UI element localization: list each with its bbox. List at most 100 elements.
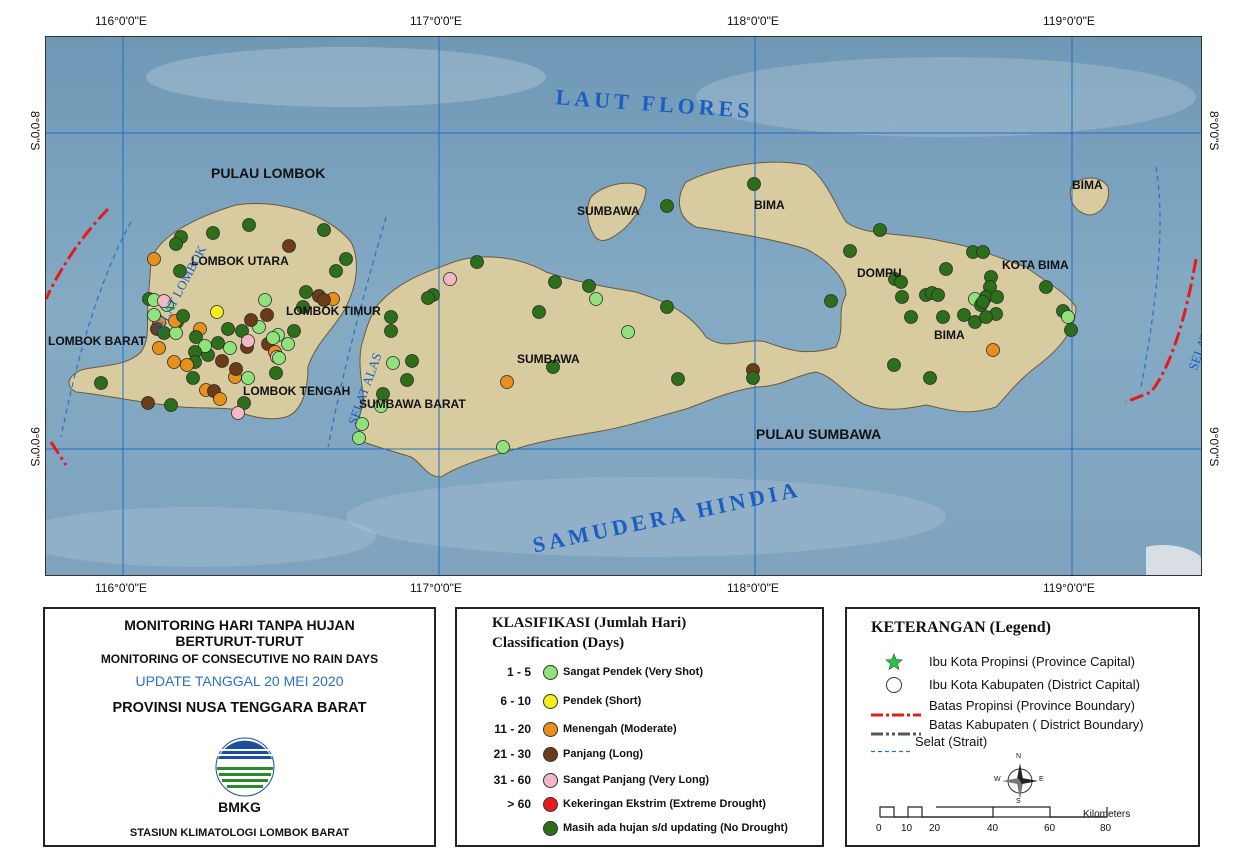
classification-label: Panjang (Long)	[563, 748, 644, 760]
classification-item: 1 - 5 Sangat Pendek (Very Shot)	[457, 665, 837, 685]
station-marker	[895, 290, 909, 304]
station-marker	[258, 293, 272, 307]
title-line-2: BERTURUT-TURUT	[175, 633, 304, 649]
station-marker	[979, 310, 993, 324]
station-marker	[873, 223, 887, 237]
classification-label: Menengah (Moderate)	[563, 723, 677, 735]
scale-tick: 0	[876, 823, 882, 834]
classification-color-dot	[543, 773, 558, 788]
legend-item-label: Selat (Strait)	[915, 734, 988, 749]
station-marker	[186, 371, 200, 385]
legend-item-label: Batas Kabupaten ( District Boundary)	[929, 717, 1144, 732]
station-marker	[887, 358, 901, 372]
station-marker	[152, 341, 166, 355]
station-marker	[500, 375, 514, 389]
station-marker	[746, 371, 760, 385]
bmkg-logo	[215, 737, 275, 797]
station-marker	[281, 337, 295, 351]
station-marker	[242, 218, 256, 232]
scale-tick: 60	[1044, 823, 1056, 834]
station-marker	[443, 272, 457, 286]
scale-tick: 80	[1100, 823, 1112, 834]
classification-label: Masih ada hujan s/d updating (No Drought…	[563, 822, 788, 834]
classification-color-dot	[543, 722, 558, 737]
station-marker	[931, 288, 945, 302]
classification-color-dot	[543, 694, 558, 709]
lat-label: 8°0'0"S	[1207, 111, 1221, 151]
title-panel: MONITORING HARI TANPA HUJAN BERTURUT-TUR…	[43, 607, 436, 847]
station-marker	[470, 255, 484, 269]
station-marker	[496, 440, 510, 454]
region-label-lombok-timur: LOMBOK TIMUR	[286, 304, 381, 318]
lon-label: 118°0'0"E	[727, 14, 779, 28]
classification-range: 21 - 30	[493, 747, 531, 761]
station-marker	[272, 351, 286, 365]
island-label-bima: BIMA	[1072, 178, 1103, 192]
station-marker	[215, 354, 229, 368]
dash-dot-gray-line	[871, 723, 921, 736]
lon-label: 117°0'0"E	[410, 581, 462, 595]
map-canvas: LAUT FLORES SAMUDERA HINDIA PULAU LOMBOK…	[46, 37, 1201, 575]
classification-item: 6 - 10 Pendek (Short)	[457, 694, 837, 714]
island-label-lombok: PULAU LOMBOK	[211, 165, 325, 181]
station-marker	[221, 322, 235, 336]
legend-title: KETERANGAN (Legend)	[871, 619, 1052, 636]
scale-bar	[879, 805, 1109, 819]
scale-tick: 40	[987, 823, 999, 834]
station-marker	[621, 325, 635, 339]
lon-label: 119°0'0"E	[1043, 14, 1095, 28]
station-marker	[260, 308, 274, 322]
station-marker	[421, 291, 435, 305]
station-marker	[904, 310, 918, 324]
station-marker	[589, 292, 603, 306]
station-marker	[986, 343, 1000, 357]
classification-panel: KLASIFIKASI (Jumlah Hari) Classification…	[455, 607, 824, 847]
station-marker	[352, 431, 366, 445]
legend-item-label: Ibu Kota Kabupaten (District Capital)	[929, 677, 1140, 692]
region-label-sumbawa-north: SUMBAWA	[577, 204, 640, 218]
classification-item: 21 - 30 Panjang (Long)	[457, 747, 837, 767]
scale-tick: 10	[901, 823, 913, 834]
station-marker	[282, 239, 296, 253]
classification-color-dot	[543, 797, 558, 812]
station-marker	[939, 262, 953, 276]
region-label-lombok-tengah: LOMBOK TENGAH	[243, 384, 350, 398]
station-marker	[990, 290, 1004, 304]
classification-label: Pendek (Short)	[563, 695, 642, 707]
station-marker	[1061, 310, 1075, 324]
compass-w: W	[994, 776, 1001, 783]
station-name: STASIUN KLIMATOLOGI LOMBOK BARAT	[129, 827, 350, 839]
compass-n: N	[1016, 753, 1022, 760]
station-marker	[582, 279, 596, 293]
station-marker	[169, 237, 183, 251]
scale-tick: 20	[929, 823, 941, 834]
classification-color-dot	[543, 747, 558, 762]
region-label-sumbawa: SUMBAWA	[517, 352, 580, 366]
station-marker	[329, 264, 343, 278]
station-marker	[299, 285, 313, 299]
classification-label: Kekeringan Ekstrim (Extreme Drought)	[563, 798, 766, 810]
station-marker	[824, 294, 838, 308]
region-label-dompu: DOMPU	[857, 266, 902, 280]
classification-range: 11 - 20	[494, 722, 531, 736]
classification-title-1: KLASIFIKASI (Jumlah Hari)	[492, 615, 687, 631]
station-marker	[923, 371, 937, 385]
region-label-lombok-barat: LOMBOK BARAT	[48, 334, 146, 348]
lon-label: 119°0'0"E	[1043, 581, 1095, 595]
station-marker	[211, 336, 225, 350]
map-frame: LAUT FLORES SAMUDERA HINDIA PULAU LOMBOK…	[45, 36, 1202, 576]
station-marker	[384, 324, 398, 338]
region-label-kota-bima: KOTA BIMA	[1002, 258, 1069, 272]
classification-range: > 60	[507, 797, 531, 811]
station-marker	[287, 324, 301, 338]
station-marker	[386, 356, 400, 370]
lon-label: 118°0'0"E	[727, 581, 779, 595]
update-date: UPDATE TANGGAL 20 MEI 2020	[135, 673, 344, 689]
classification-range: 1 - 5	[506, 665, 531, 679]
station-marker	[180, 358, 194, 372]
station-marker	[167, 355, 181, 369]
classification-label: Sangat Pendek (Very Shot)	[563, 666, 703, 678]
station-marker	[747, 177, 761, 191]
station-marker	[317, 223, 331, 237]
dash-dot-red-line	[871, 704, 921, 717]
